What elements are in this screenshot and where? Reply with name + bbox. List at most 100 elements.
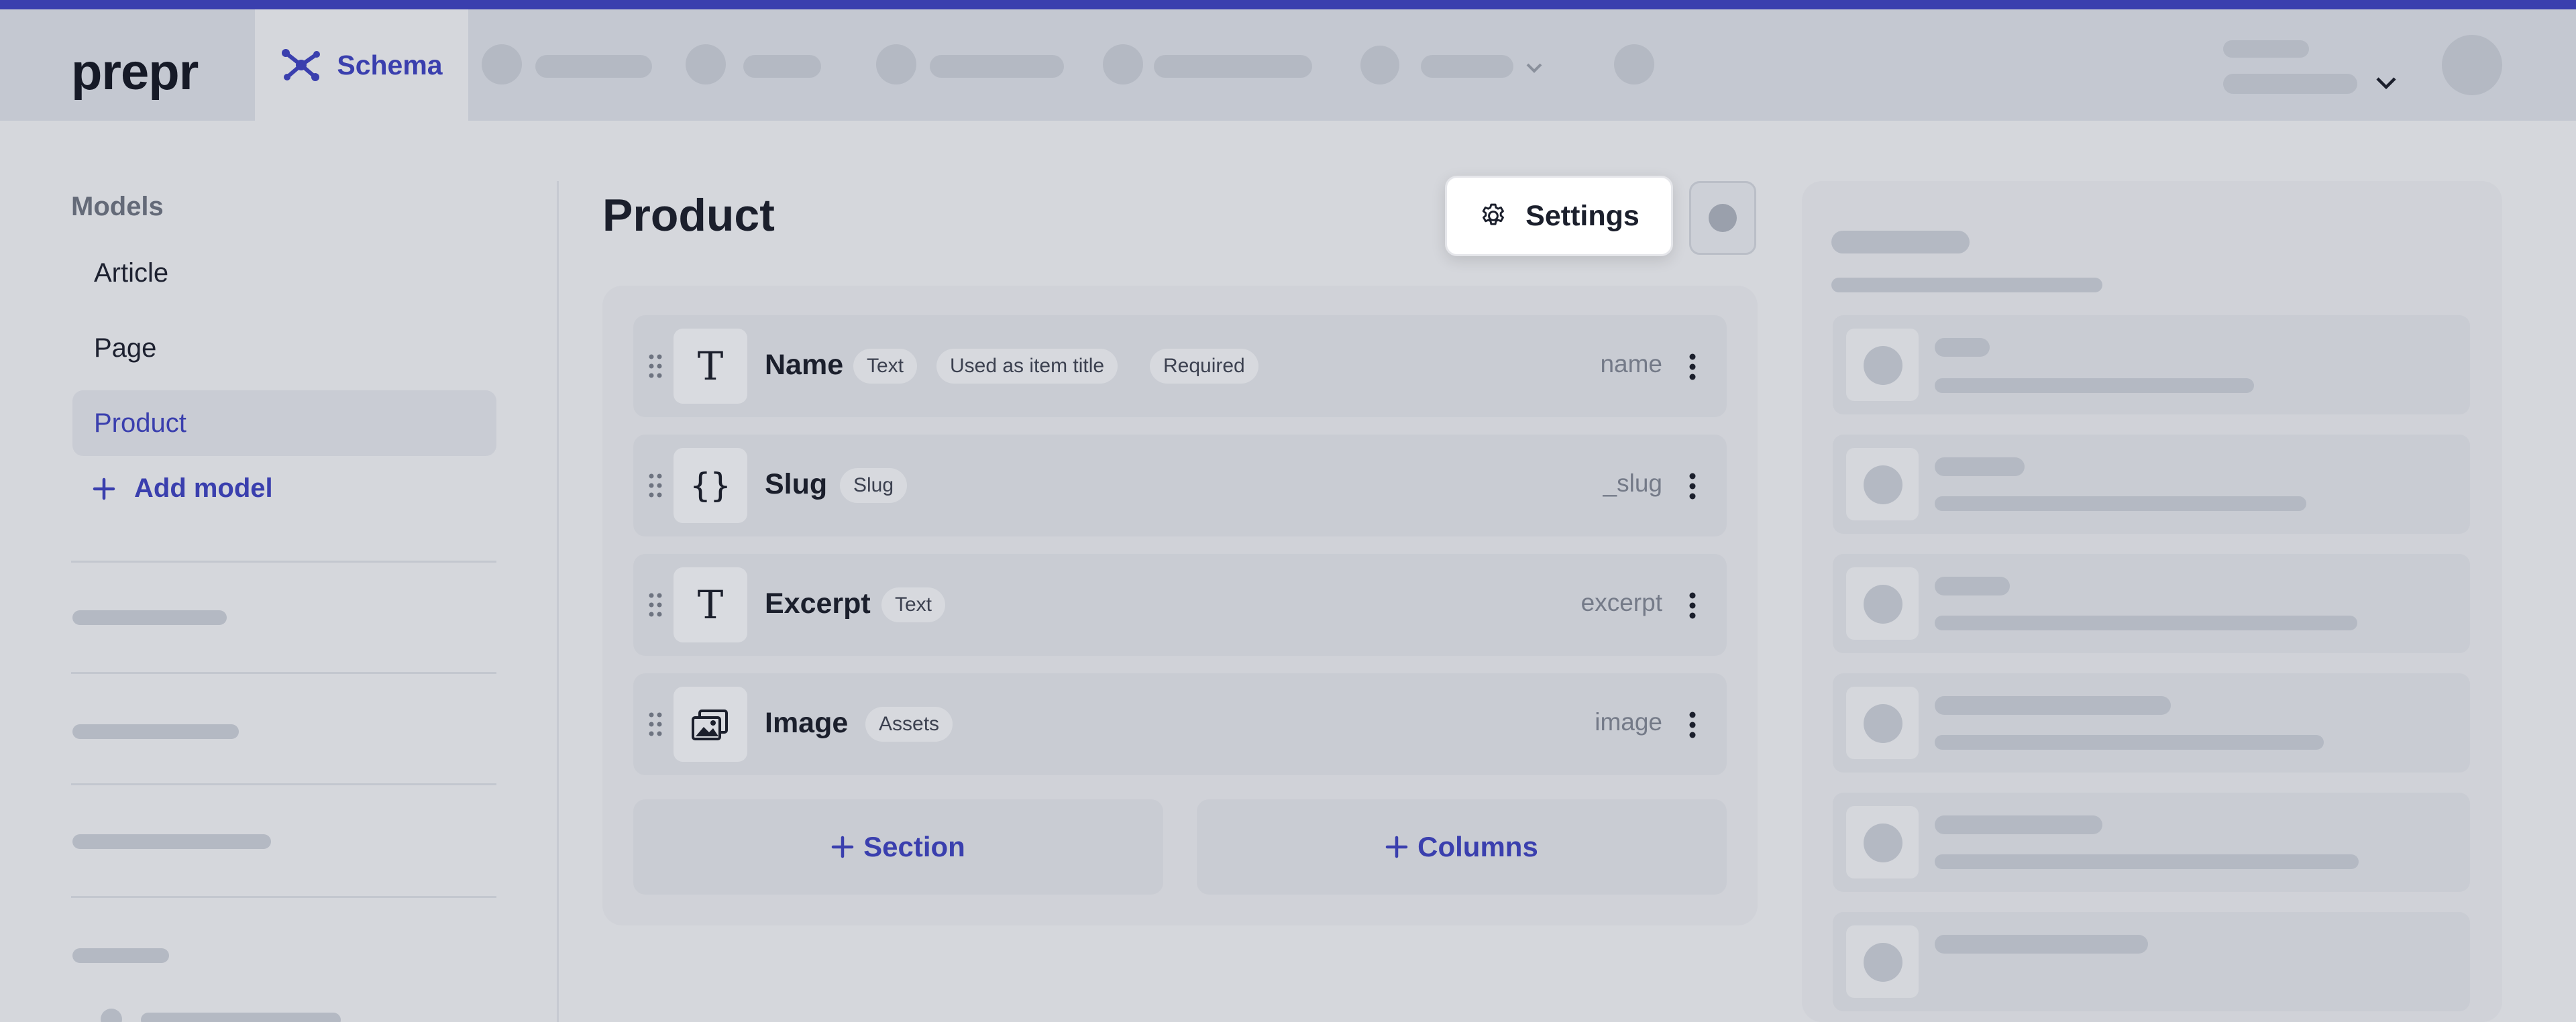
settings-button[interactable]: Settings	[1445, 176, 1673, 256]
text-icon: T	[674, 567, 747, 642]
sidebar-placeholder-line	[141, 1013, 341, 1022]
placeholder-dot	[1864, 943, 1902, 982]
nav-placeholder-icon	[1360, 46, 1399, 84]
sidebar-placeholder-line	[72, 610, 227, 625]
placeholder-dot	[1864, 704, 1902, 743]
drag-handle-icon[interactable]	[647, 591, 664, 618]
top-header: prepr Schema	[0, 9, 2576, 121]
plus-icon	[831, 836, 854, 858]
field-name: Image	[765, 707, 849, 739]
placeholder-line	[1935, 815, 2102, 834]
field-row-excerpt[interactable]: T Excerpt Text excerpt	[633, 554, 1727, 656]
add-columns-button[interactable]: Columns	[1197, 799, 1727, 895]
placeholder-dot	[1864, 465, 1902, 504]
sidebar-divider	[71, 896, 496, 898]
account-placeholder-line	[2223, 40, 2309, 58]
sidebar-item-product[interactable]: Product	[72, 390, 496, 456]
more-options-button[interactable]	[1689, 181, 1756, 255]
add-model-label: Add model	[134, 473, 273, 503]
sidebar-title: Models	[71, 192, 164, 221]
avatar[interactable]	[2442, 35, 2502, 95]
placeholder-line	[1935, 854, 2359, 869]
placeholder-line	[1935, 496, 2306, 511]
panel-placeholder-card	[1833, 315, 2470, 414]
field-name: Name	[765, 349, 844, 381]
placeholder-dot	[1709, 204, 1737, 232]
drag-handle-icon[interactable]	[647, 353, 664, 380]
nav-placeholder-label	[1421, 55, 1513, 78]
page-title: Product	[602, 190, 775, 241]
required-tag: Required	[1150, 349, 1258, 384]
panel-placeholder-title	[1831, 231, 1970, 253]
kebab-menu-icon[interactable]	[1689, 353, 1696, 381]
account-placeholder-line	[2223, 74, 2357, 94]
add-model-button[interactable]: Add model	[93, 473, 273, 504]
field-api-id: name	[1600, 350, 1662, 378]
sidebar-divider	[71, 561, 496, 563]
panel-placeholder-card	[1833, 673, 2470, 773]
tab-schema[interactable]: Schema	[255, 9, 468, 121]
image-icon	[674, 687, 747, 762]
field-type-tag: Assets	[865, 707, 953, 742]
field-api-id: excerpt	[1580, 589, 1662, 616]
panel-placeholder-card	[1833, 435, 2470, 534]
sidebar-placeholder-icon	[101, 1009, 122, 1022]
placeholder-dot	[1864, 585, 1902, 624]
drag-handle-icon[interactable]	[647, 472, 664, 499]
placeholder-dot	[1864, 346, 1902, 385]
sidebar-placeholder-line	[72, 948, 169, 963]
field-type-tag: Slug	[840, 468, 908, 503]
nav-placeholder-label	[535, 55, 652, 78]
placeholder-line	[1935, 457, 2025, 476]
nav-placeholder-icon	[686, 44, 726, 84]
placeholder-line	[1935, 935, 2148, 954]
add-columns-label: Columns	[1417, 831, 1538, 862]
field-name: Slug	[765, 468, 828, 500]
field-row-slug[interactable]: {} Slug Slug _slug	[633, 435, 1727, 536]
nav-placeholder-icon	[1103, 44, 1143, 84]
panel-placeholder-subtitle	[1831, 278, 2102, 292]
nav-placeholder-label	[930, 55, 1064, 78]
prepr-logo[interactable]: prepr	[71, 43, 199, 101]
sidebar-placeholder-line	[72, 834, 271, 849]
settings-label: Settings	[1525, 199, 1640, 232]
placeholder-dot	[1864, 824, 1902, 862]
nav-placeholder-icon	[876, 44, 916, 84]
top-accent-line	[0, 0, 2576, 9]
placeholder-line	[1935, 378, 2254, 393]
field-name: Excerpt	[765, 587, 871, 620]
nav-placeholder-label	[1154, 55, 1312, 78]
add-section-button[interactable]: Section	[633, 799, 1163, 895]
field-type-tag: Text	[853, 349, 918, 384]
placeholder-line	[1935, 577, 2010, 595]
field-row-name[interactable]: T Name Text Used as item title Required …	[633, 315, 1727, 417]
add-section-label: Section	[863, 831, 965, 862]
nav-placeholder-icon	[482, 44, 522, 84]
chevron-down-icon[interactable]	[1525, 62, 1543, 74]
schema-icon	[282, 49, 321, 81]
kebab-menu-icon[interactable]	[1689, 591, 1696, 620]
sidebar-item-article[interactable]: Article	[72, 240, 496, 306]
field-api-id: image	[1595, 708, 1662, 736]
plus-icon	[1385, 836, 1408, 858]
sidebar-divider	[71, 672, 496, 674]
placeholder-line	[1935, 338, 1990, 357]
field-row-image[interactable]: Image Assets image	[633, 673, 1727, 775]
kebab-menu-icon[interactable]	[1689, 711, 1696, 739]
sidebar-item-page[interactable]: Page	[72, 315, 496, 381]
tab-schema-label: Schema	[337, 49, 443, 80]
panel-placeholder-card	[1833, 793, 2470, 892]
sidebar-placeholder-line	[72, 724, 239, 739]
field-type-tag: Text	[881, 587, 946, 622]
drag-handle-icon[interactable]	[647, 711, 664, 738]
chevron-down-icon[interactable]	[2375, 75, 2398, 91]
sidebar-vertical-divider	[557, 181, 559, 1022]
text-icon: T	[674, 329, 747, 404]
placeholder-line	[1935, 696, 2171, 715]
nav-placeholder-label	[743, 55, 821, 78]
sidebar-divider	[71, 783, 496, 785]
panel-placeholder-card	[1833, 912, 2470, 1011]
kebab-menu-icon[interactable]	[1689, 472, 1696, 500]
nav-placeholder-icon	[1614, 44, 1654, 84]
gear-icon	[1482, 203, 1505, 225]
